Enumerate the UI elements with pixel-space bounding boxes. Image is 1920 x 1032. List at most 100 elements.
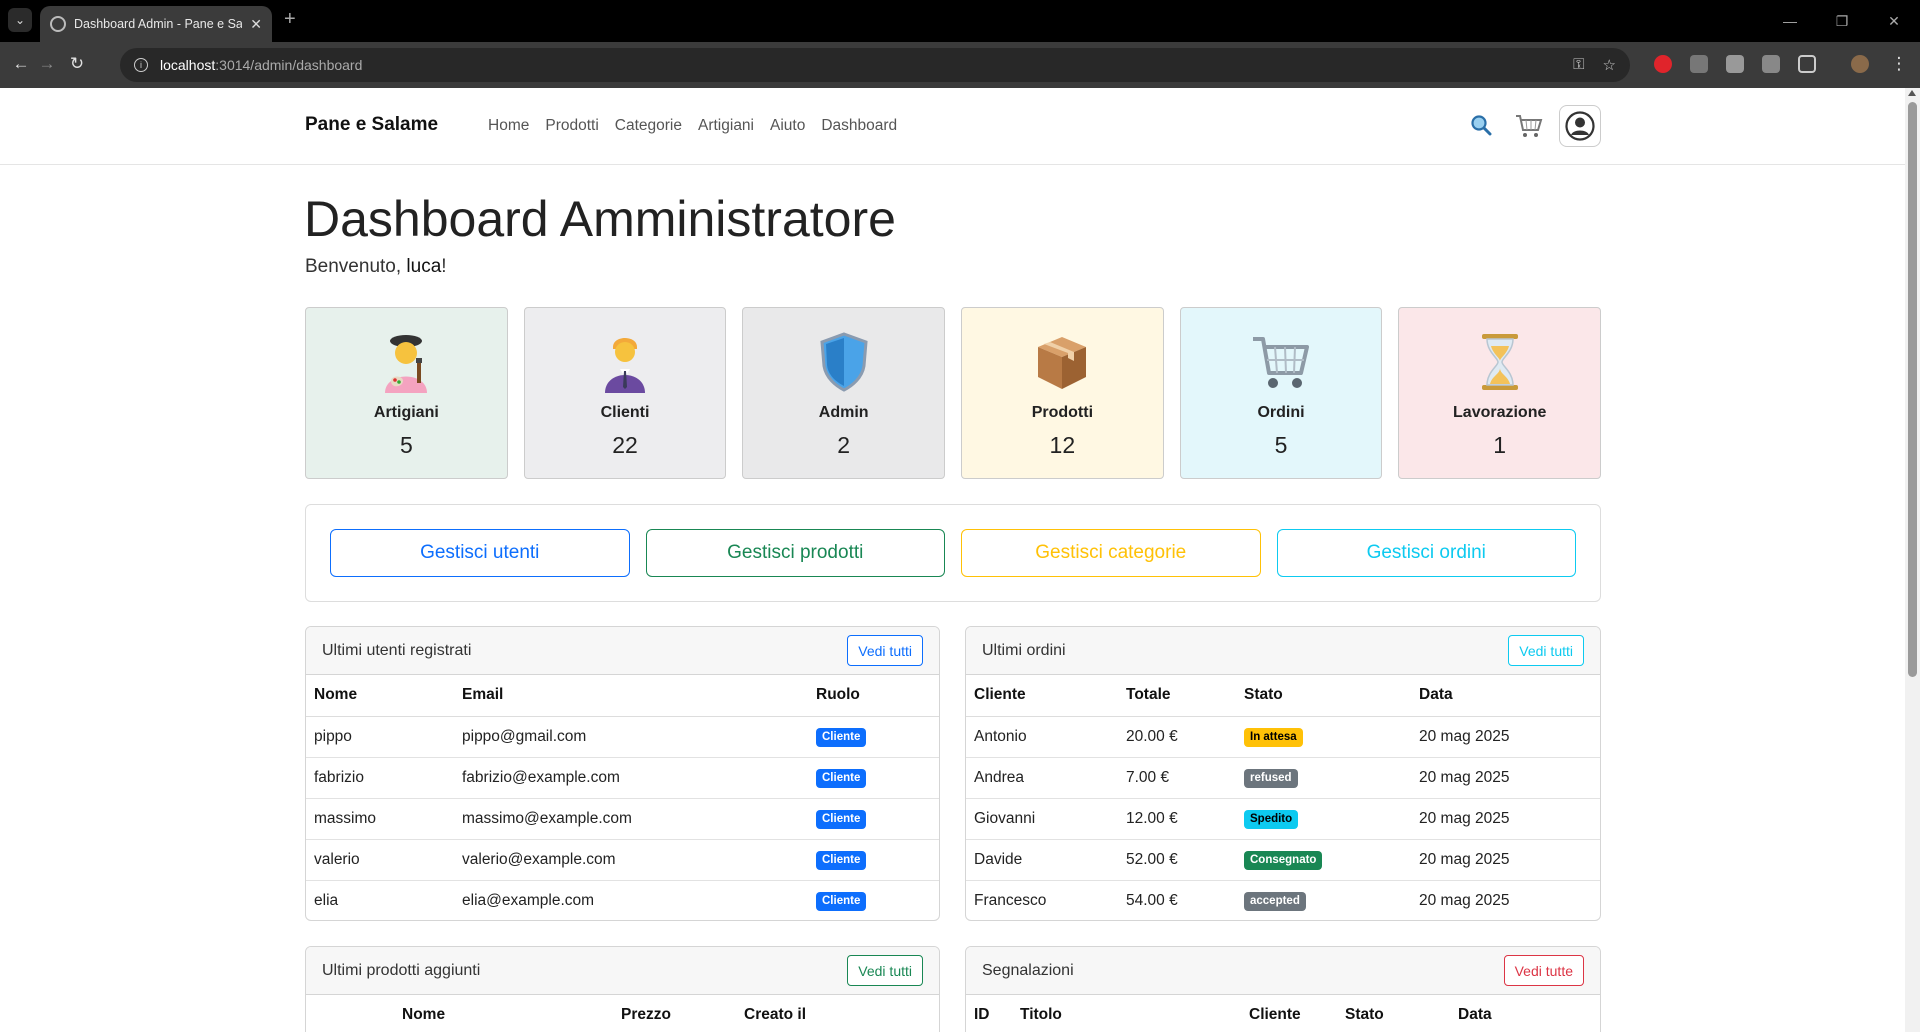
site-brand[interactable]: Pane e Salame (305, 114, 438, 136)
nav-link-prodotti[interactable]: Prodotti (545, 117, 598, 135)
order-status-cell: refused (1236, 757, 1411, 799)
globe-icon (50, 16, 66, 32)
table-row: Andrea 7.00 € refused 20 mag 2025 (966, 757, 1600, 799)
table-row: Antonio 20.00 € In attesa 20 mag 2025 (966, 716, 1600, 758)
column-header: Nome (306, 675, 454, 717)
manage-orders-button[interactable]: Gestisci ordini (1276, 529, 1576, 577)
back-button[interactable]: ← (10, 54, 32, 74)
nav-link-categorie[interactable]: Categorie (615, 117, 682, 135)
reports-table: ID Titolo Cliente Stato Data (966, 995, 1600, 1032)
order-total: 52.00 € (1118, 839, 1236, 881)
view-all-products-button[interactable]: Vedi tutti (847, 955, 923, 986)
new-tab-button[interactable]: + (284, 8, 296, 31)
column-header: Cliente (1241, 995, 1337, 1032)
welcome-prefix: Benvenuto, (305, 256, 407, 277)
status-badge: refused (1244, 768, 1298, 788)
scrollbar-thumb[interactable] (1908, 102, 1917, 677)
close-tab-icon[interactable]: ✕ (250, 16, 262, 33)
person-icon (593, 330, 657, 394)
user-name: fabrizio (306, 757, 454, 799)
artist-icon (374, 330, 438, 394)
welcome-suffix: ! (441, 256, 447, 277)
package-icon (1030, 330, 1094, 394)
order-status-cell: Consegnato (1236, 839, 1411, 881)
stat-value: 5 (399, 432, 413, 458)
column-header: Stato (1236, 675, 1411, 717)
card-title: Ultimi ordini (982, 641, 1066, 659)
order-customer: Andrea (966, 757, 1118, 799)
cart-icon (1249, 330, 1313, 394)
orders-table: Cliente Totale Stato Data Antonio 20.00 €… (966, 675, 1600, 920)
manage-categories-button[interactable]: Gestisci categorie (961, 529, 1261, 577)
url-path: :3014/admin/dashboard (215, 57, 363, 73)
order-date: 20 mag 2025 (1411, 839, 1600, 881)
stat-value: 5 (1274, 432, 1288, 458)
stat-card-ordini: Ordini 5 (1179, 307, 1383, 479)
user-menu-button[interactable] (1559, 105, 1601, 147)
minimize-button[interactable]: — (1764, 0, 1816, 42)
column-header: Data (1411, 675, 1600, 717)
user-name: elia (314, 891, 339, 909)
search-icon[interactable] (1470, 114, 1492, 136)
table-row: pippo pippo@gmail.com Cliente (306, 716, 939, 758)
view-all-reports-button[interactable]: Vedi tutte (1503, 955, 1584, 986)
user-role-cell: Cliente (808, 839, 939, 881)
role-badge: Cliente (816, 727, 867, 747)
extensions-puzzle-icon[interactable] (1798, 55, 1816, 73)
stat-label: Ordini (1257, 404, 1305, 421)
user-email: elia@example.com (462, 891, 595, 909)
manage-products-button[interactable]: Gestisci prodotti (645, 529, 945, 577)
extension-red-icon[interactable] (1654, 55, 1672, 73)
user-role-cell: Cliente (808, 757, 939, 799)
users-table: Nome Email Ruolo pippo pippo@gmail.com Cli… (306, 675, 939, 920)
latest-users-card: Ultimi utenti registrati Vedi tutti Nome… (305, 626, 940, 921)
view-all-orders-button[interactable]: Vedi tutti (1508, 635, 1584, 666)
stat-value: 22 (612, 432, 638, 458)
scroll-up-arrow[interactable] (1908, 90, 1916, 96)
reports-card: Segnalazioni Vedi tutte ID Titolo Client… (965, 946, 1601, 1032)
order-total: 7.00 € (1118, 757, 1236, 799)
role-badge: Cliente (816, 809, 867, 829)
stat-value: 1 (1493, 432, 1507, 458)
stats-row: Artigiani 5 Clienti 22 Admin 2 Prodotti … (305, 307, 1602, 479)
cart-icon[interactable] (1515, 113, 1543, 139)
stat-label: Lavorazione (1453, 404, 1547, 421)
browser-menu-icon[interactable]: ⋮ (1888, 54, 1910, 74)
camera-extension-icon[interactable] (1762, 55, 1780, 73)
shield-icon (812, 330, 876, 394)
bookmark-star-icon[interactable]: ☆ (1603, 56, 1616, 74)
stat-card-clienti: Clienti 22 (523, 307, 727, 479)
address-bar[interactable]: i localhost:3014/admin/dashboard ⚿ ☆ (120, 48, 1630, 82)
user-role-cell: Cliente (808, 798, 939, 840)
manage-users-button[interactable]: Gestisci utenti (330, 529, 630, 577)
nav-link-dashboard[interactable]: Dashboard (821, 117, 897, 135)
nav-link-artigiani[interactable]: Artigiani (698, 117, 754, 135)
table-row: Francesco 54.00 € accepted 20 mag 2025 (966, 880, 1600, 920)
welcome-message: Benvenuto, luca! (305, 256, 447, 278)
extension-glasses-icon[interactable] (1690, 55, 1708, 73)
order-status-cell: In attesa (1236, 716, 1411, 758)
column-header: Totale (1118, 675, 1236, 717)
user-email: massimo@example.com (454, 798, 808, 840)
password-key-icon[interactable]: ⚿ (1573, 56, 1584, 74)
profile-avatar-icon[interactable] (1851, 55, 1869, 73)
site-info-icon[interactable]: i (134, 58, 148, 72)
close-window-button[interactable]: ✕ (1868, 0, 1920, 42)
tab-search-button[interactable]: ⌄ (8, 8, 32, 32)
nav-link-home[interactable]: Home (488, 117, 529, 135)
reload-button[interactable]: ↻ (66, 54, 88, 74)
page-scrollbar[interactable] (1905, 88, 1920, 1032)
view-all-users-button[interactable]: Vedi tutti (847, 635, 923, 666)
user-email: valerio@example.com (454, 839, 808, 881)
status-badge: In attesa (1244, 727, 1303, 747)
nav-link-aiuto[interactable]: Aiuto (770, 117, 805, 135)
table-row: Giovanni 12.00 € Spedito 20 mag 2025 (966, 798, 1600, 840)
restore-button[interactable]: ❐ (1816, 0, 1868, 42)
browser-toolbar: ← → ↻ i localhost:3014/admin/dashboard ⚿… (0, 42, 1920, 88)
forward-button[interactable]: → (36, 54, 58, 74)
browser-tab[interactable]: Dashboard Admin - Pane e Salame ✕ (40, 6, 272, 42)
extension-grey-icon[interactable] (1726, 55, 1744, 73)
user-role-cell: Cliente (808, 716, 939, 758)
order-customer: Giovanni (966, 798, 1118, 840)
user-name: valerio (306, 839, 454, 881)
